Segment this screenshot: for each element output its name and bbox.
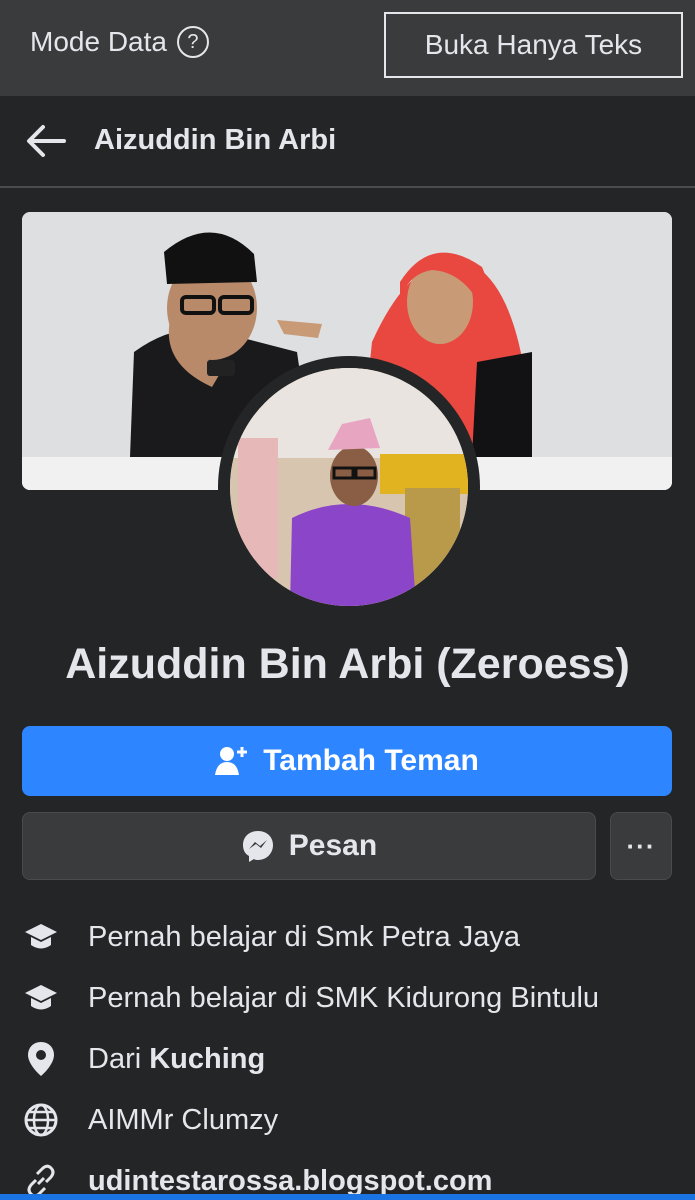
website-text: AIMMr Clumzy xyxy=(88,1103,279,1136)
education-item: Pernah belajar di Smk Petra Jaya xyxy=(22,906,520,968)
profile-avatar[interactable] xyxy=(230,368,468,606)
education-icon xyxy=(22,979,60,1017)
mode-data-indicator[interactable]: Mode Data ? xyxy=(30,26,209,58)
add-friend-label: Tambah Teman xyxy=(263,744,479,777)
bottom-accent-bar xyxy=(0,1194,695,1200)
page-title: Aizuddin Bin Arbi xyxy=(94,124,337,156)
message-label: Pesan xyxy=(288,829,378,862)
location-icon xyxy=(22,1040,60,1078)
open-text-only-button[interactable]: Buka Hanya Teks xyxy=(384,12,683,78)
education-text: Pernah belajar di SMK Kidurong Bintulu xyxy=(88,981,600,1014)
location-text: Dari Kuching xyxy=(88,1043,265,1076)
mode-data-label: Mode Data xyxy=(30,26,167,57)
globe-icon xyxy=(22,1101,60,1139)
website-item: AIMMr Clumzy xyxy=(22,1089,278,1151)
link-item[interactable]: udintestarossa.blogspot.com xyxy=(22,1150,492,1200)
profile-name: Aizuddin Bin Arbi (Zeroess) xyxy=(65,640,630,688)
location-prefix: Dari xyxy=(88,1042,150,1075)
add-friend-icon xyxy=(215,747,248,775)
education-text: Pernah belajar di Smk Petra Jaya xyxy=(88,920,520,953)
profile-header: Aizuddin Bin Arbi xyxy=(0,96,695,188)
add-friend-button[interactable]: Tambah Teman xyxy=(22,726,672,796)
location-city[interactable]: Kuching xyxy=(149,1043,265,1075)
location-item: Dari Kuching xyxy=(22,1028,265,1090)
back-arrow-icon[interactable] xyxy=(26,124,66,158)
blog-link[interactable]: udintestarossa.blogspot.com xyxy=(88,1165,492,1198)
data-mode-bar: Mode Data ? Buka Hanya Teks xyxy=(0,0,695,96)
education-icon xyxy=(22,918,60,956)
message-button[interactable]: Pesan xyxy=(22,812,596,880)
more-options-button[interactable]: ··· xyxy=(610,812,672,880)
messenger-icon xyxy=(242,831,273,862)
education-item: Pernah belajar di SMK Kidurong Bintulu xyxy=(22,967,599,1029)
help-icon[interactable]: ? xyxy=(176,26,209,58)
